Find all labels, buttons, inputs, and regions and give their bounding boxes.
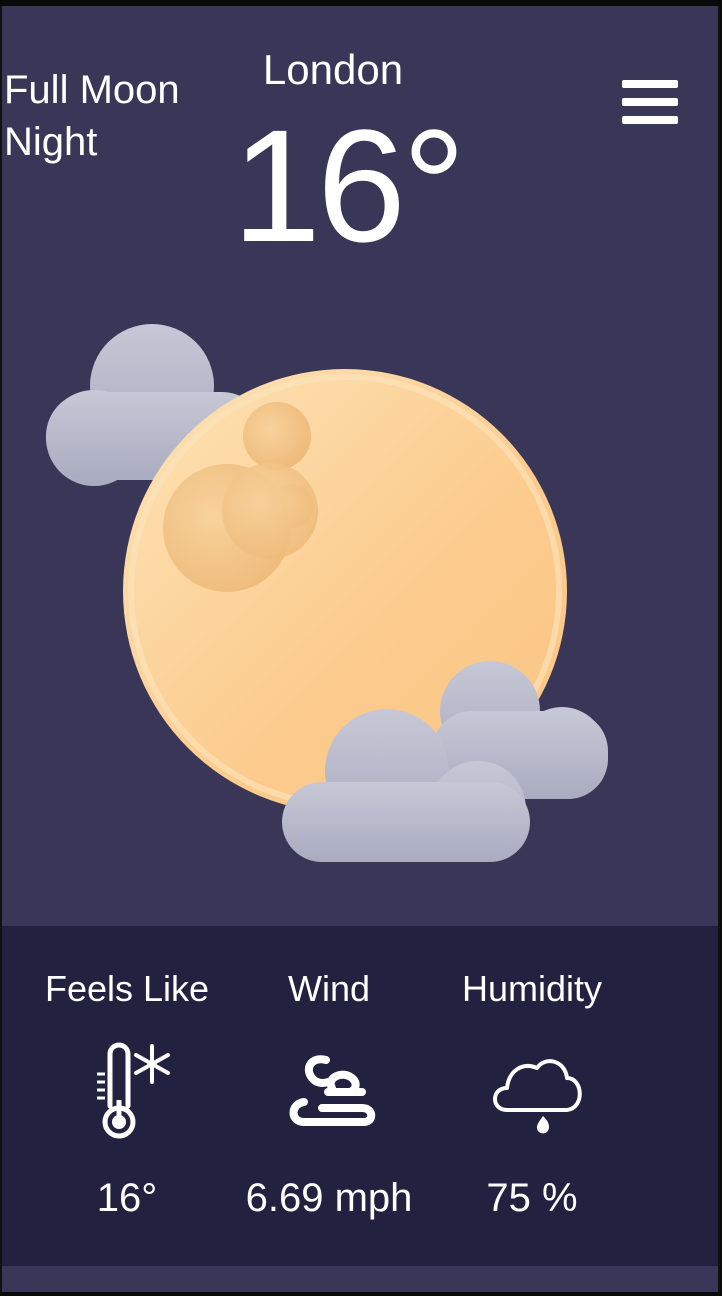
humidity-stat: Humidity 75 % [432,926,632,1266]
menu-bar-middle [622,98,678,106]
cloud-raindrop-icon [493,1059,582,1134]
thermometer-snowflake-icon [97,1042,170,1139]
humidity-value: 75 % [486,1176,578,1220]
bottom-bar [2,1266,718,1292]
weather-screen: Full Moon Night London 16° Feels Like 16… [0,6,720,1292]
feels-like-stat: Feels Like 16° [27,926,227,1266]
condition-text: Full Moon Night [4,68,180,164]
menu-button[interactable] [616,76,680,136]
wind-label: Wind [287,968,371,1009]
moon-with-clouds-icon [46,324,608,862]
weather-stats-panel: Feels Like 16° Wind 6.69 mph Humidity 75… [2,926,718,1266]
wind-icon [289,1055,376,1126]
city-name: London [262,46,404,93]
wind-stat: Wind 6.69 mph [229,926,429,1266]
menu-bar-top [622,80,678,88]
wind-value: 6.69 mph [245,1176,413,1220]
feels-like-label: Feels Like [44,968,210,1009]
menu-bar-bottom [622,116,678,124]
humidity-label: Humidity [461,968,603,1009]
current-temperature: 16° [232,96,466,275]
feels-like-value: 16° [96,1176,158,1220]
